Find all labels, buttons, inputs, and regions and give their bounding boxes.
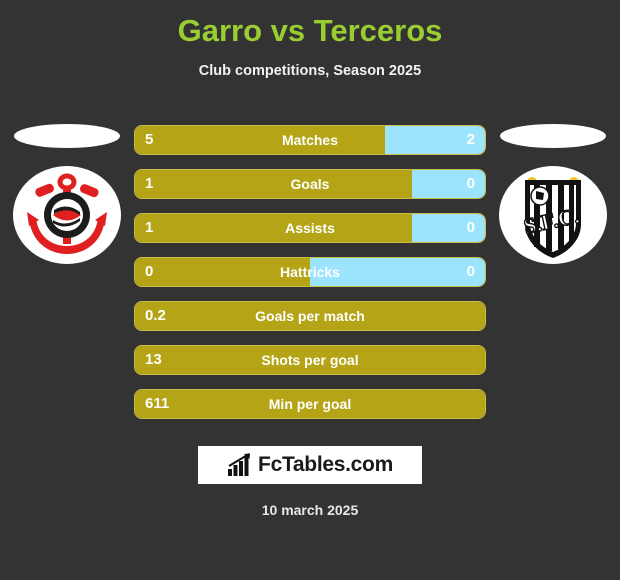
logo-top-ellipse-right: [500, 124, 606, 148]
bar-track: [135, 346, 485, 374]
logo-top-ellipse-left: [14, 124, 120, 148]
bar-segment-left: [135, 126, 386, 154]
infographic-root: Garro vs Terceros Club competitions, Sea…: [0, 0, 620, 580]
stat-value-left: 13: [145, 351, 162, 368]
stat-row-goals: 1 Goals 0: [135, 170, 485, 198]
stat-row-shots-per-goal: 13 Shots per goal: [135, 346, 485, 374]
team-logo-left: [8, 122, 126, 272]
bar-track: [135, 302, 485, 330]
brand-logo[interactable]: FcTables.com: [198, 446, 422, 484]
brand-name: FcTables.com: [258, 453, 393, 476]
stat-row-min-per-goal: 611 Min per goal: [135, 390, 485, 418]
bar-track: [135, 126, 485, 154]
stat-value-left: 0: [145, 263, 154, 280]
bar-track: [135, 170, 485, 198]
page-title: Garro vs Terceros: [177, 13, 443, 48]
stat-value-left: 5: [145, 131, 154, 148]
bar-segment-left: [135, 390, 485, 418]
stat-value-right: 0: [466, 219, 475, 236]
bar-track: [135, 390, 485, 418]
stat-value-left: 0.2: [145, 307, 166, 324]
bar-chart-growth-icon: [228, 453, 251, 476]
bar-track: [135, 258, 485, 286]
bar-track: [135, 214, 485, 242]
bar-segment-left: [135, 214, 412, 242]
stat-value-right: 0: [466, 175, 475, 192]
stat-row-assists: 1 Assists 0: [135, 214, 485, 242]
stat-row-matches: 5 Matches 2: [135, 126, 485, 154]
team-logo-right: S.F.C.: [494, 122, 612, 272]
stat-value-left: 1: [145, 175, 154, 192]
stat-row-goals-per-match: 0.2 Goals per match: [135, 302, 485, 330]
stat-value-right: 0: [466, 263, 475, 280]
stat-value-right: 2: [466, 131, 475, 148]
santos-crest-icon: S.F.C.: [499, 166, 607, 264]
bar-segment-left: [135, 346, 485, 374]
page-subtitle: Club competitions, Season 2025: [198, 63, 422, 79]
date-label: 10 march 2025: [261, 502, 359, 518]
bar-segment-left: [135, 302, 485, 330]
stat-value-left: 1: [145, 219, 154, 236]
bar-segment-left: [135, 170, 412, 198]
stat-bars-list: 5 Matches 2 1 Goals 0 1 Assists 0 0 Hatt…: [135, 126, 485, 434]
bar-segment-left: [135, 258, 310, 286]
bar-segment-right: [310, 258, 485, 286]
corinthians-crest-icon: [13, 166, 121, 264]
stat-value-left: 611: [145, 395, 170, 412]
stat-row-hattricks: 0 Hattricks 0: [135, 258, 485, 286]
